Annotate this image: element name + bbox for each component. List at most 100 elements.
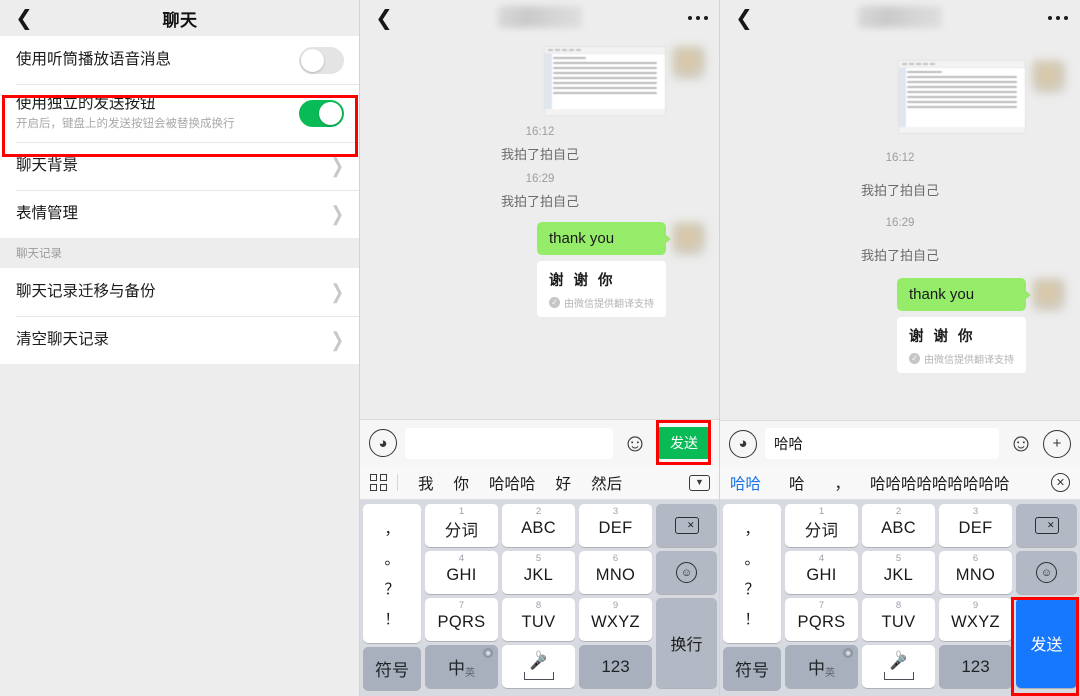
grid-icon[interactable] — [370, 474, 387, 491]
verified-icon: ✓ — [549, 297, 560, 308]
key-3[interactable]: 3 DEF — [939, 504, 1012, 547]
punct-question[interactable]: ？ — [384, 578, 399, 599]
numeric-key[interactable]: 123 — [579, 645, 652, 688]
plus-icon[interactable]: + — [1043, 429, 1071, 458]
setting-row-clear-history[interactable]: 清空聊天记录 ❯ — [0, 316, 360, 364]
more-dots-icon[interactable] — [688, 16, 708, 20]
emoji-icon[interactable]: ☺ — [621, 429, 649, 457]
punct-exclaim[interactable]: ！ — [384, 608, 399, 629]
symbols-key[interactable]: 符号 — [723, 647, 781, 690]
punct-exclaim[interactable]: ！ — [744, 608, 759, 629]
digits-column: 1 分词 2 ABC 3 DEF 4 GHI 5 JKL 6 MNO 7 PQR… — [785, 504, 1012, 691]
key-9[interactable]: 9 WXYZ — [579, 598, 652, 641]
key-4[interactable]: 4 GHI — [425, 551, 498, 594]
separate-send-button-toggle[interactable] — [299, 99, 344, 127]
voice-wave-icon[interactable]: ◕ — [729, 429, 757, 458]
key-1[interactable]: 1 分词 — [785, 504, 858, 547]
candidate-item[interactable]: 然后 — [581, 472, 632, 494]
key-8[interactable]: 8 TUV — [502, 598, 575, 641]
setting-row-separate-send-button[interactable]: 使用独立的发送按钮 开启后，键盘上的发送按钮会被替换成换行 — [0, 84, 360, 142]
emoji-icon[interactable]: ☺ — [1007, 429, 1035, 458]
key-7[interactable]: 7 PQRS — [785, 598, 858, 641]
candidate-item[interactable]: 哈 — [771, 472, 823, 494]
avatar[interactable] — [672, 222, 706, 256]
backspace-icon: ✕ — [674, 517, 699, 534]
language-switch-key[interactable]: 中英 ◉ — [785, 645, 858, 688]
back-icon[interactable]: ❮ — [372, 6, 396, 30]
candidate-item[interactable]: 哈哈哈哈哈哈哈哈哈 — [862, 472, 1018, 494]
setting-sublabel: 开启后，键盘上的发送按钮会被替换成换行 — [16, 118, 235, 130]
punct-period[interactable]: 。 — [384, 548, 399, 569]
punct-question[interactable]: ？ — [744, 578, 759, 599]
punct-period[interactable]: 。 — [744, 548, 759, 569]
image-message-thumbnail[interactable] — [898, 60, 1026, 134]
avatar[interactable] — [672, 46, 706, 80]
more-dots-icon[interactable] — [1048, 16, 1068, 20]
avatar[interactable] — [1032, 60, 1066, 94]
translation-card[interactable]: 谢 谢 你 ✓ 由微信提供翻译支持 — [537, 261, 666, 317]
send-key[interactable]: 发送 — [1016, 598, 1077, 688]
punctuation-key[interactable]: ， 。 ？ ！ — [723, 504, 781, 643]
avatar[interactable] — [1032, 278, 1066, 312]
backspace-key[interactable]: ✕ — [656, 504, 717, 547]
message-input[interactable]: 哈哈 — [765, 428, 999, 459]
key-2[interactable]: 2 ABC — [862, 504, 935, 547]
translation-card[interactable]: 谢 谢 你 ✓ 由微信提供翻译支持 — [897, 317, 1026, 373]
message-list[interactable]: 16:12 我拍了拍自己 16:29 我拍了拍自己 thank you 谢 谢 … — [360, 36, 720, 419]
key-6[interactable]: 6 MNO — [939, 551, 1012, 594]
candidate-item[interactable]: 哈哈哈 — [479, 472, 546, 494]
key-5[interactable]: 5 JKL — [862, 551, 935, 594]
candidate-item[interactable]: 你 — [444, 472, 480, 494]
chevron-down-icon[interactable]: ▼ — [689, 474, 710, 491]
space-microphone-key[interactable]: 0 🎤 — [862, 645, 935, 688]
key-4[interactable]: 4 GHI — [785, 551, 858, 594]
setting-row-migrate-backup[interactable]: 聊天记录迁移与备份 ❯ — [0, 268, 360, 316]
setting-row-chat-background[interactable]: 聊天背景 ❯ — [0, 142, 360, 190]
numeric-key[interactable]: 123 — [939, 645, 1012, 688]
punct-comma[interactable]: ， — [744, 518, 759, 539]
language-switch-key[interactable]: 中英 ◉ — [425, 645, 498, 688]
voice-wave-icon[interactable]: ◕ — [369, 429, 397, 457]
message-bubble[interactable]: thank you — [537, 222, 671, 255]
message-bubble[interactable]: thank you — [897, 278, 1031, 311]
key-9[interactable]: 9 WXYZ — [939, 598, 1012, 641]
earpiece-playback-toggle[interactable] — [299, 46, 344, 74]
back-icon[interactable]: ❮ — [12, 6, 36, 30]
image-message-thumbnail[interactable] — [544, 46, 666, 116]
candidate-expand[interactable]: ▼ — [689, 474, 710, 491]
key-1[interactable]: 1 分词 — [425, 504, 498, 547]
key-3[interactable]: 3 DEF — [579, 504, 652, 547]
chat-settings-panel: ❮ 聊天 使用听筒播放语音消息 使用独立的发送按钮 开启后，键盘上的发送按钮会被… — [0, 0, 360, 696]
candidate-item[interactable]: 我 — [408, 472, 444, 494]
key-label: GHI — [446, 566, 477, 584]
key-6[interactable]: 6 MNO — [579, 551, 652, 594]
message-input[interactable] — [405, 427, 613, 459]
key-5[interactable]: 5 JKL — [502, 551, 575, 594]
setting-row-earpiece-playback[interactable]: 使用听筒播放语音消息 — [0, 36, 360, 84]
setting-row-sticker-management[interactable]: 表情管理 ❯ — [0, 190, 360, 238]
message-image-row[interactable] — [720, 60, 1080, 134]
space-microphone-key[interactable]: 0 🎤 — [502, 645, 575, 688]
newline-key[interactable]: 换行 — [656, 598, 717, 688]
message-image-row[interactable] — [360, 46, 720, 116]
translation-text: 谢 谢 你 — [909, 329, 976, 345]
key-7[interactable]: 7 PQRS — [425, 598, 498, 641]
candidate-item-selected[interactable]: 哈哈 — [730, 472, 771, 494]
backspace-key[interactable]: ✕ — [1016, 504, 1077, 547]
close-circle-icon[interactable]: ✕ — [1051, 473, 1070, 492]
settings-navbar: ❮ 聊天 — [0, 0, 360, 36]
message-list[interactable]: 16:12 我拍了拍自己 16:29 我拍了拍自己 thank you 谢 谢 … — [720, 36, 1080, 420]
key-8[interactable]: 8 TUV — [862, 598, 935, 641]
candidate-item[interactable]: 好 — [546, 472, 582, 494]
candidate-clear[interactable]: ✕ — [1051, 473, 1070, 492]
candidate-item[interactable]: ， — [823, 472, 863, 494]
send-button[interactable]: 发送 — [657, 427, 711, 459]
back-icon[interactable]: ❮ — [732, 6, 756, 30]
emoji-key[interactable]: ☺ — [656, 551, 717, 594]
thumb-statusbar — [899, 127, 1025, 133]
punct-comma[interactable]: ， — [384, 518, 399, 539]
emoji-key[interactable]: ☺ — [1016, 551, 1077, 594]
symbols-key[interactable]: 符号 — [363, 647, 421, 690]
key-2[interactable]: 2 ABC — [502, 504, 575, 547]
punctuation-key[interactable]: ， 。 ？ ！ — [363, 504, 421, 643]
